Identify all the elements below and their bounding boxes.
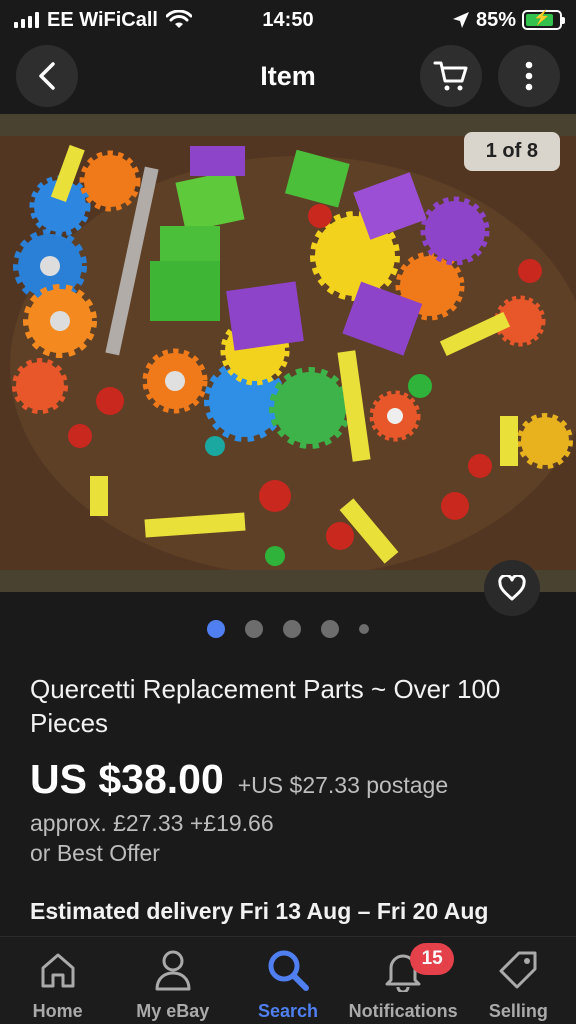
item-photo[interactable]: [0, 136, 576, 570]
heart-icon: [498, 575, 526, 601]
charging-bolt-icon: ⚡: [533, 9, 551, 25]
home-icon: [38, 945, 78, 995]
tab-notifications-label: Notifications: [348, 1001, 458, 1021]
battery-percent: 85%: [475, 8, 516, 31]
notifications-badge: 15: [410, 943, 455, 975]
tag-icon: [497, 945, 539, 995]
pagination-dot[interactable]: [321, 620, 339, 638]
price-row: US $38.00 +US $27.33 postage: [30, 756, 448, 803]
chevron-left-icon: [39, 62, 55, 90]
user-icon: [153, 945, 193, 995]
battery-cap: [562, 17, 565, 24]
status-right: 85% ⚡: [452, 8, 565, 32]
wifi-icon: [165, 10, 192, 28]
battery-icon: ⚡: [522, 9, 565, 30]
tab-search-label: Search: [257, 1001, 318, 1021]
more-vertical-icon: [525, 61, 533, 91]
tab-my-ebay-label: My eBay: [136, 1001, 210, 1021]
postage: +US $27.33 postage: [237, 772, 449, 798]
best-offer-text: or Best Offer: [30, 840, 160, 866]
pagination-dot[interactable]: [283, 620, 301, 638]
tab-bar: Home My eBay Search 15 Notifications Sel…: [0, 936, 576, 1024]
tab-home-label: Home: [32, 1001, 83, 1021]
approx-price: approx. £27.33 +£19.66: [30, 810, 274, 836]
back-button[interactable]: [16, 45, 78, 107]
gallery-pagination[interactable]: [0, 620, 576, 638]
signal-icon: [14, 12, 39, 28]
pagination-dot[interactable]: [207, 620, 225, 638]
listing-title: Quercetti Replacement Parts ~ Over 100 P…: [30, 674, 501, 738]
price: US $38.00: [30, 756, 224, 802]
tab-search[interactable]: Search: [233, 945, 343, 1022]
estimated-delivery: Estimated delivery Fri 13 Aug – Fri 20 A…: [30, 898, 489, 924]
item-photo-illustration: [0, 136, 576, 570]
pagination-dot[interactable]: [359, 624, 369, 634]
tab-my-ebay[interactable]: My eBay: [118, 945, 228, 1022]
tab-notifications[interactable]: 15 Notifications: [348, 943, 458, 1022]
image-counter: 1 of 8: [463, 132, 560, 171]
more-button[interactable]: [498, 45, 560, 107]
location-arrow-icon: [452, 12, 469, 28]
tab-selling[interactable]: Selling: [463, 945, 573, 1022]
nav-actions: [420, 45, 560, 107]
tab-home[interactable]: Home: [3, 945, 113, 1022]
cart-icon: [433, 61, 468, 91]
tab-selling-label: Selling: [488, 1001, 548, 1021]
pagination-dot[interactable]: [245, 620, 263, 638]
status-bar: EE WiFiCall 14:50 85% ⚡: [0, 0, 576, 40]
image-gallery[interactable]: 1 of 8: [0, 114, 576, 592]
status-left: EE WiFiCall: [14, 9, 192, 32]
watch-button[interactable]: [484, 560, 540, 616]
nav-bar: Item: [0, 40, 576, 112]
carrier-label: EE WiFiCall: [47, 8, 158, 31]
cart-button[interactable]: [420, 45, 482, 107]
search-icon: [266, 945, 310, 995]
